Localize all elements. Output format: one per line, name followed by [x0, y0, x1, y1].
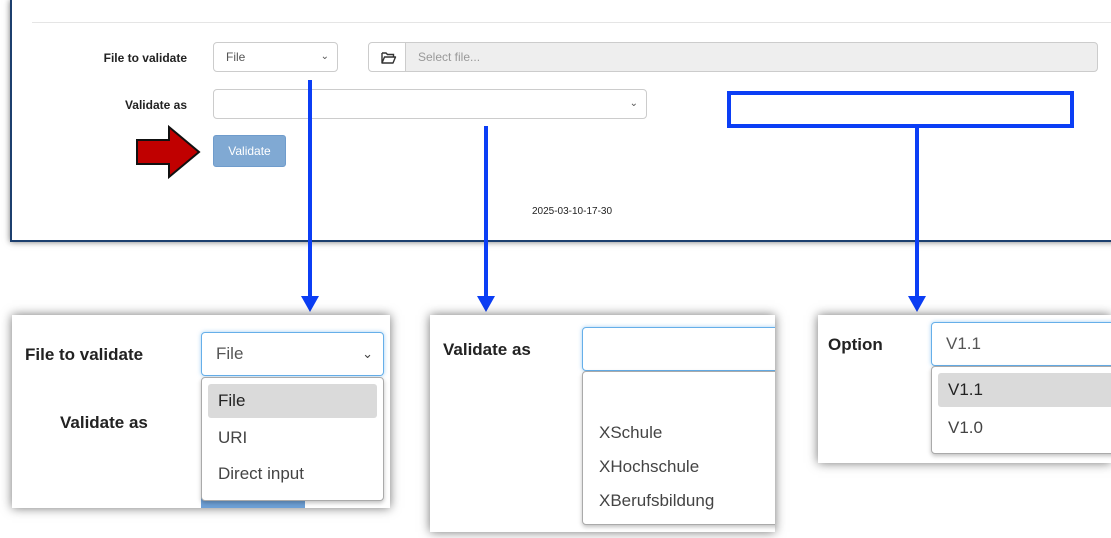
- file-picker-group: Select file...: [368, 42, 1098, 72]
- zoom-option-label: Option: [828, 335, 883, 354]
- dropdown-option-file[interactable]: File: [208, 384, 377, 418]
- chevron-down-icon: ⌄: [320, 51, 329, 62]
- zoom-validate-as-select[interactable]: [582, 327, 775, 371]
- new-option-field-callout: [727, 91, 1074, 128]
- file-input-placeholder: Select file...: [418, 50, 481, 64]
- divider: [32, 22, 1111, 23]
- dropdown-option-direct-input[interactable]: Direct input: [208, 457, 377, 491]
- file-type-dropdown-list: File URI Direct input: [201, 377, 384, 501]
- folder-open-icon: [381, 52, 397, 64]
- file-type-select-value: File: [226, 50, 246, 64]
- dropdown-option-empty[interactable]: [589, 378, 775, 412]
- arrow-head-icon: [301, 296, 319, 312]
- zoom-option-value: V1.1: [946, 334, 981, 353]
- dropdown-option-xschule[interactable]: XSchule: [589, 416, 775, 450]
- zoom-validate-as-title: Validate as: [443, 340, 531, 359]
- chevron-down-icon: ⌄: [362, 346, 373, 361]
- selected-file-display[interactable]: Select file...: [405, 42, 1098, 72]
- validate-as-label: Validate as: [124, 98, 187, 112]
- dropdown-option-uri[interactable]: URI: [208, 421, 377, 455]
- validate-as-zoom-card: Validate as XSchule XHochschule XBerufsb…: [430, 315, 775, 532]
- dropdown-option-xberufsbildung[interactable]: XBerufsbildung: [589, 484, 775, 518]
- chevron-down-icon: ⌄: [629, 98, 638, 109]
- dropdown-option-v1-0[interactable]: V1.0: [938, 411, 1111, 445]
- zoom-file-type-value: File: [216, 344, 244, 363]
- validate-as-dropdown-list: XSchule XHochschule XBerufsbildung: [582, 371, 775, 525]
- build-timestamp: 2025-03-10-17-30: [531, 206, 613, 217]
- browse-file-button[interactable]: [368, 42, 406, 72]
- red-arrow-icon: [136, 124, 201, 180]
- zoom-option-select[interactable]: V1.1: [931, 322, 1111, 366]
- file-type-select[interactable]: File ⌄: [213, 42, 338, 72]
- zoom-validate-as-label: Validate as: [60, 413, 148, 432]
- validate-button[interactable]: Validate: [213, 135, 286, 167]
- file-select-zoom-card: File to validate File ⌄ Validate as File…: [12, 315, 390, 508]
- zoom-file-type-select[interactable]: File ⌄: [201, 332, 384, 376]
- dropdown-option-v1-1[interactable]: V1.1: [938, 373, 1111, 407]
- zoom-file-to-validate-label: File to validate: [25, 345, 144, 364]
- validate-as-select[interactable]: ⌄: [213, 89, 647, 119]
- file-to-validate-label: File to validate: [103, 51, 187, 65]
- arrow-head-icon: [908, 296, 926, 312]
- dropdown-option-xhochschule[interactable]: XHochschule: [589, 450, 775, 484]
- option-dropdown-list: V1.1 V1.0: [931, 366, 1111, 454]
- option-zoom-card: Option V1.1 V1.1 V1.0: [818, 315, 1111, 463]
- arrow-head-icon: [477, 296, 495, 312]
